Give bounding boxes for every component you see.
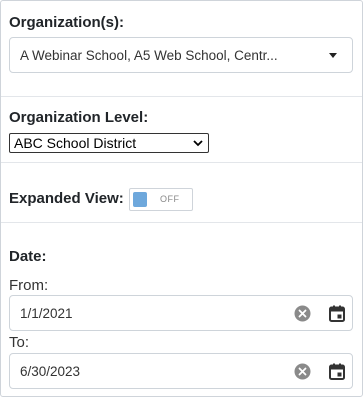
date-to-label: To: [9,334,30,351]
organizations-label: Organization(s): [9,14,124,31]
date-from-value: 1/1/2021 [20,306,73,321]
calendar-icon[interactable] [329,305,345,327]
divider [1,162,362,163]
organization-level-select[interactable]: ABC School District [9,133,209,153]
chevron-down-icon [192,136,204,154]
date-label: Date: [9,248,47,265]
toggle-knob [133,192,147,207]
organizations-selected-value: A Webinar School, A5 Web School, Centr..… [20,48,278,63]
date-to-value: 6/30/2023 [20,364,81,379]
organization-level-selected-value: ABC School District [14,135,137,151]
date-from-label: From: [9,277,49,294]
date-from-input[interactable]: 1/1/2021 [9,295,353,331]
divider [1,222,362,223]
clear-icon[interactable] [294,305,311,327]
toggle-state-text: OFF [160,194,180,204]
filter-panel: Organization(s): A Webinar School, A5 We… [0,0,363,397]
expanded-view-toggle[interactable]: OFF [129,188,193,211]
expanded-view-label: Expanded View: [9,190,124,207]
date-to-input[interactable]: 6/30/2023 [9,353,353,389]
divider [1,96,362,97]
organization-level-label: Organization Level: [9,109,149,126]
organizations-select[interactable]: A Webinar School, A5 Web School, Centr..… [9,37,353,73]
caret-down-icon [329,53,337,58]
calendar-icon[interactable] [329,363,345,385]
clear-icon[interactable] [294,363,311,385]
